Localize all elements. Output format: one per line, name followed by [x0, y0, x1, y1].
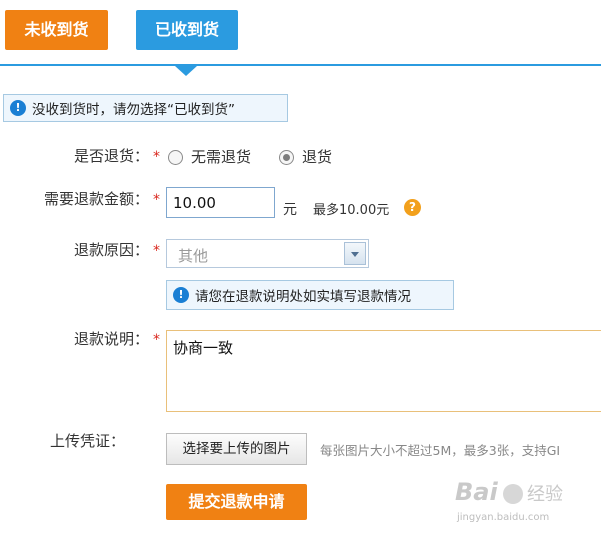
baidu-jingyan-watermark: Bai 经验 jingyan.baidu.com	[455, 478, 595, 532]
amount-unit: 元	[283, 202, 297, 218]
active-tab-caret-icon	[175, 66, 197, 76]
required-mark: *	[153, 149, 160, 165]
watermark-brand: Bai	[455, 478, 498, 506]
info-icon: !	[173, 287, 189, 303]
radio-return[interactable]	[279, 150, 294, 165]
watermark-url: jingyan.baidu.com	[457, 512, 550, 523]
radio-no-return[interactable]	[168, 150, 183, 165]
notice-text: 没收到货时，请勿选择“已收到货”	[32, 102, 235, 118]
amount-max-hint: 最多10.00元	[313, 203, 390, 218]
submit-refund-button[interactable]: 提交退款申请	[166, 484, 307, 520]
desc-label: 退款说明： *	[73, 330, 160, 348]
return-label: 是否退货： *	[73, 147, 160, 165]
upload-tip: 每张图片大小不超过5M，最多3张，支持GI	[320, 443, 561, 458]
refund-reason-select[interactable]: 其他	[166, 239, 369, 268]
paw-logo-icon	[503, 484, 523, 504]
radio-return-label: 退货	[302, 148, 333, 166]
tab-unreceived[interactable]: 未收到货	[5, 10, 108, 50]
refund-amount-input[interactable]: 10.00	[166, 187, 275, 218]
reason-label: 退款原因： *	[73, 241, 160, 259]
radio-no-return-label: 无需退货	[191, 148, 252, 166]
refund-description-textarea[interactable]: 协商一致	[166, 330, 601, 412]
required-mark: *	[153, 243, 160, 259]
tab-divider	[0, 64, 601, 66]
chevron-down-icon[interactable]	[344, 242, 366, 265]
upload-label: 上传凭证：	[49, 432, 125, 450]
help-icon[interactable]: ?	[404, 199, 421, 216]
notice-banner: ! 没收到货时，请勿选择“已收到货”	[3, 94, 288, 122]
reason-selected-value: 其他	[178, 247, 209, 265]
tab-received[interactable]: 已收到货	[136, 10, 238, 50]
refund-notice: ! 请您在退款说明处如实填写退款情况	[166, 280, 454, 310]
required-mark: *	[153, 332, 160, 348]
required-mark: *	[153, 192, 160, 208]
refund-notice-text: 请您在退款说明处如实填写退款情况	[195, 289, 411, 305]
amount-label: 需要退款金额： *	[43, 190, 160, 208]
watermark-brand-cn: 经验	[527, 484, 563, 505]
info-icon: !	[10, 100, 26, 116]
upload-image-button[interactable]: 选择要上传的图片	[166, 433, 307, 465]
